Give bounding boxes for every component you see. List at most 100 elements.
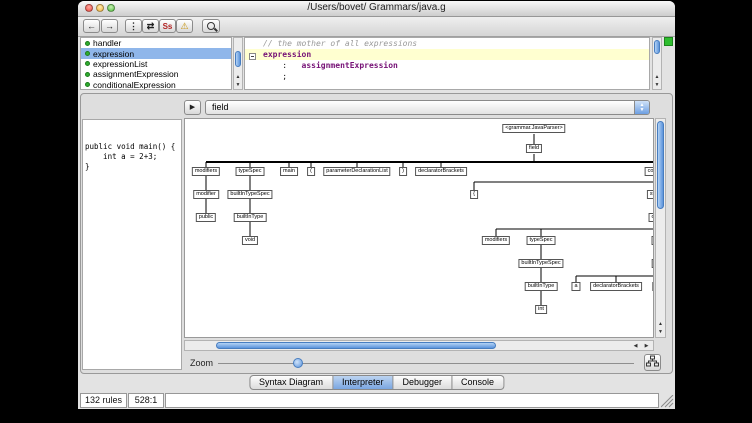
rule-label: expression: [93, 49, 134, 59]
find-button[interactable]: [202, 19, 220, 33]
scroll-right-icon[interactable]: ▶: [641, 342, 652, 350]
tree-node[interactable]: a: [571, 282, 580, 291]
tabs: Syntax DiagramInterpreterDebuggerConsole: [249, 375, 504, 390]
zoom-slider[interactable]: [218, 357, 634, 370]
case-button[interactable]: Ss: [159, 19, 176, 33]
scroll-up-icon[interactable]: ▲: [656, 320, 665, 328]
grammar-line: ;: [245, 71, 649, 82]
back-button[interactable]: ←: [83, 19, 100, 33]
tree-horizontal-scrollbar[interactable]: ◀ ▶: [184, 340, 654, 351]
warnings-button[interactable]: ⚠: [176, 19, 193, 33]
tree-node[interactable]: builtInTypeSpec: [518, 259, 563, 268]
start-rule-combo[interactable]: field ▲ ▼: [205, 100, 650, 115]
tree-node[interactable]: {: [470, 190, 478, 199]
input-line: }: [85, 162, 181, 172]
scroll-up-icon[interactable]: ▲: [234, 73, 242, 81]
tree-node[interactable]: <grammar.JavaParser>: [502, 124, 565, 133]
scroll-down-icon[interactable]: ▼: [234, 81, 242, 89]
tree-node[interactable]: public: [196, 213, 216, 222]
grammar-health-indicator: [664, 37, 673, 46]
tree-node[interactable]: varInitializer: [652, 282, 654, 291]
tab-debugger[interactable]: Debugger: [394, 375, 453, 390]
minimize-button[interactable]: [96, 4, 104, 12]
parse-tree-canvas[interactable]: <grammar.JavaParser> field modifiers typeSp…: [184, 118, 654, 338]
case-icon: Ss: [163, 22, 173, 31]
tree-node[interactable]: declaration: [649, 213, 654, 222]
input-line: public void main() {: [85, 142, 181, 152]
forward-button[interactable]: →: [101, 19, 118, 33]
combo-arrows-icon: ▲ ▼: [634, 101, 649, 114]
combo-down-icon: ▼: [640, 108, 645, 113]
tree-node[interactable]: typeSpec: [527, 236, 556, 245]
tree-node[interactable]: variableDefinitions: [652, 236, 654, 245]
scroll-down-icon[interactable]: ▼: [653, 81, 661, 89]
tree-vertical-scrollbar[interactable]: ▲ ▼: [655, 118, 666, 338]
tree-vscroll-thumb[interactable]: [657, 121, 664, 209]
rule-item[interactable]: conditionalExpression: [81, 80, 231, 90]
titlebar[interactable]: /Users/bovet/ Grammars/java.g: [78, 1, 675, 17]
toggle-view-button[interactable]: ⇄: [142, 19, 159, 33]
tree-node[interactable]: builtInType: [234, 213, 267, 222]
code-segment: :: [263, 61, 302, 70]
play-icon: ▶: [190, 104, 195, 111]
input-line: int a = 2+3;: [85, 152, 181, 162]
tree-node[interactable]: (: [307, 167, 315, 176]
tab-syntax-diagram[interactable]: Syntax Diagram: [249, 375, 333, 390]
tree-node[interactable]: compoundStatement: [645, 167, 654, 176]
resize-grip[interactable]: [661, 395, 674, 408]
tree-node[interactable]: ): [399, 167, 407, 176]
scroll-up-icon[interactable]: ▲: [653, 73, 661, 81]
close-button[interactable]: [85, 4, 93, 12]
tab-console[interactable]: Console: [452, 375, 504, 390]
rules-list: handlerexpressionexpressionListassignmen…: [80, 37, 232, 90]
rule-bullet-icon: [85, 51, 90, 56]
rule-item[interactable]: expressionList: [81, 59, 231, 69]
tree-node[interactable]: declaratorBrackets: [590, 282, 642, 291]
tree-node[interactable]: modifier: [193, 190, 219, 199]
code-segment: // the mother of all expressions: [263, 39, 417, 48]
tree-node[interactable]: declaratorBrackets: [415, 167, 467, 176]
rule-item[interactable]: handler: [81, 38, 231, 48]
zoom-slider-thumb[interactable]: [293, 358, 303, 368]
tree-hscroll-thumb[interactable]: [216, 342, 496, 349]
fold-icon[interactable]: [249, 53, 256, 60]
input-lines: public void main() { int a = 2+3;}: [85, 142, 181, 172]
tree-node[interactable]: void: [242, 236, 258, 245]
tree-node[interactable]: modifiers: [482, 236, 510, 245]
tree-node[interactable]: modifiers: [192, 167, 220, 176]
editor-scrollbar[interactable]: ▲ ▼: [652, 37, 662, 90]
scroll-left-icon[interactable]: ◀: [630, 342, 641, 350]
rules-scrollbar[interactable]: ▲ ▼: [233, 37, 243, 90]
tree-node[interactable]: builtInTypeSpec: [227, 190, 272, 199]
grammar-editor[interactable]: // the mother of all expressionsexpressi…: [244, 37, 650, 90]
swap-arrows-icon: ⇄: [147, 20, 155, 32]
start-rule-value: field: [212, 102, 229, 112]
rule-label: handler: [93, 38, 121, 48]
rules-list-button[interactable]: ⋮: [125, 19, 142, 33]
zoom-button[interactable]: [107, 4, 115, 12]
tree-node[interactable]: statement: [647, 190, 654, 199]
input-editor[interactable]: public void main() { int a = 2+3;}: [82, 119, 182, 370]
scroll-down-icon[interactable]: ▼: [656, 328, 665, 336]
rules-scrollbar-thumb[interactable]: [235, 51, 241, 67]
rule-item[interactable]: expression: [81, 48, 231, 58]
editor-scrollbar-thumb[interactable]: [654, 40, 660, 54]
tree-view-button[interactable]: [644, 354, 661, 371]
tree-node[interactable]: main: [280, 167, 298, 176]
rule-item[interactable]: assignmentExpression: [81, 69, 231, 79]
rule-bullet-icon: [85, 82, 90, 87]
search-icon: [207, 22, 215, 30]
tab-interpreter[interactable]: Interpreter: [333, 375, 394, 390]
tree-node[interactable]: int: [535, 305, 547, 314]
resize-grip-icon: [661, 395, 674, 408]
back-icon: ←: [87, 20, 96, 32]
grammar-code: // the mother of all expressionsexpressi…: [245, 38, 649, 82]
tree-node[interactable]: field: [526, 144, 542, 153]
tree-node[interactable]: variableDeclarator: [652, 259, 654, 268]
tree-node[interactable]: typeSpec: [236, 167, 265, 176]
tree-node[interactable]: parameterDeclarationList: [323, 167, 390, 176]
run-button[interactable]: ▶: [184, 100, 201, 115]
tree-edges: [185, 119, 654, 338]
tree-node[interactable]: builtInType: [525, 282, 558, 291]
grammar-line: : assignmentExpression: [245, 60, 649, 71]
